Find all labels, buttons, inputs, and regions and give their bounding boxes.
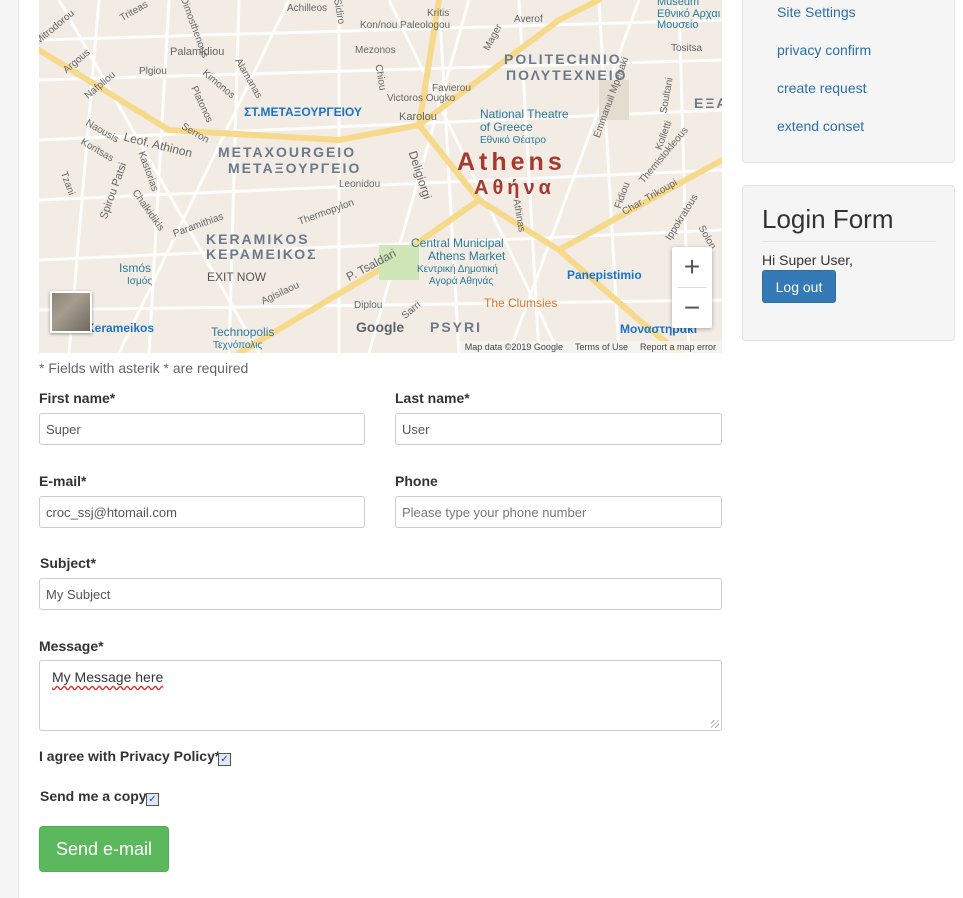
district-psyri: PSYRI [430,319,483,335]
privacy-policy-checkbox[interactable]: ✓ [218,753,231,766]
street-label: Diplou [354,300,383,311]
poi-technopolis-greek[interactable]: Τεχνόπολις [213,339,262,352]
poi-national-theatre-greek[interactable]: Εθνικό Θέατρο [480,134,546,147]
report-map-error-link[interactable]: Report a map error [640,342,716,352]
satellite-toggle-thumbnail[interactable] [50,291,92,333]
poi-exit-now[interactable]: EXIT NOW [207,271,266,284]
poi-ismos[interactable]: Ismós [119,262,151,275]
checkmark-icon: ✓ [220,753,229,765]
logout-button[interactable]: Log out [762,270,836,303]
district-metaxourgeio: METAXOURGEIO [218,144,357,160]
google-logo: Google [356,319,405,335]
district-politechnio-greek: ΠΟΛΥΤΕΧΝΕΙΟ [506,67,628,83]
street-label: Achilleos [287,3,328,14]
message-textarea[interactable]: My Message here [39,660,722,731]
textarea-resize-handle[interactable] [711,720,719,728]
poi-central-market-2[interactable]: Athens Market [428,250,505,263]
terms-of-use-link[interactable]: Terms of Use [575,342,628,352]
message-label: Message* [39,638,104,654]
city-label-athens: Athens [457,148,566,176]
first-name-input[interactable] [39,413,365,445]
district-keramikos: KERAMIKOS [206,231,310,247]
phone-input[interactable] [395,496,722,528]
login-title-divider [762,241,936,242]
send-email-button[interactable]: Send e-mail [39,826,169,872]
district-exarchia: ΕΞΑ [694,95,722,111]
street-label: Averof [514,14,543,25]
checkmark-icon: ✓ [148,793,157,805]
district-politechnio: POLITECHNIO [504,51,622,67]
page-left-gutter [0,0,19,898]
poi-the-clumsies[interactable]: The Clumsies [484,297,557,310]
street-label: Plgiou [139,66,167,77]
phone-label: Phone [395,473,438,489]
subject-input[interactable] [39,578,722,610]
district-metaxourgeio-greek: ΜΕΤΑΞΟΥΡΓΕΙΟ [228,160,362,176]
map-zoom-controls: + − [672,247,712,328]
privacy-policy-label: I agree with Privacy Policy* [39,748,221,764]
send-copy-checkbox[interactable]: ✓ [146,793,159,806]
message-text: My Message here [52,669,164,685]
last-name-label: Last name* [395,390,470,406]
metro-panepistimio[interactable]: Panepistimio [567,268,642,282]
email-label: E-mail* [39,473,87,489]
street-label: Victoros Ougko [387,93,456,104]
metro-metaxourgeio[interactable]: ΣΤ.ΜΕΤΑΞΟΥΡΓΕΙΟΥ [244,105,362,119]
first-name-label: First name* [39,390,116,406]
street-label: Kon/nou Paleologou [360,20,451,31]
email-input[interactable] [39,496,365,528]
subject-label: Subject* [40,555,97,571]
menu-link-create-request[interactable]: create request [777,80,867,96]
required-fields-note: * Fields with asterik * are required [39,360,249,376]
zoom-in-button[interactable]: + [672,247,712,287]
poi-museum-greek-2[interactable]: Μουσείο [657,19,699,32]
street-label: Leonidou [339,179,381,190]
google-map[interactable]: METAXOURGEIO ΜΕΤΑΞΟΥΡΓΕΙΟ KERAMIKOS ΚΕΡΑ… [39,0,722,353]
map-data-credit: Map data ©2019 Google [464,342,563,352]
last-name-input[interactable] [395,413,722,445]
send-copy-label: Send me a copy [40,788,147,804]
map-attribution: Map data ©2019 Google Terms of Use Repor… [458,341,722,353]
poi-technopolis[interactable]: Technopolis [211,326,274,339]
street-label: Kritis [427,8,450,19]
poi-central-market-greek-2[interactable]: Αγορά Αθηνάς [429,275,493,288]
city-label-athens-greek: Αθήνα [474,177,555,199]
street-label: Karolou [399,111,437,123]
menu-link-site-settings[interactable]: Site Settings [777,4,856,20]
poi-national-theatre-2[interactable]: of Greece [480,121,533,134]
poi-ismos-greek[interactable]: Ισμός [127,275,152,288]
street-label: Mezonos [355,45,396,56]
street-label: Favierou [432,83,471,94]
street-label: Tositsa [671,43,703,54]
metro-kerameikos[interactable]: Kerameikos [86,321,154,335]
user-greeting: Hi Super User, [762,252,854,268]
login-form-title: Login Form [762,204,894,234]
menu-link-extend-consent[interactable]: extend conset [777,118,864,134]
district-keramikos-greek: ΚΕΡΑΜΕΙΚΟΣ [206,246,318,262]
zoom-out-button[interactable]: − [672,288,712,328]
menu-link-privacy-confirm[interactable]: privacy confirm [777,42,871,58]
